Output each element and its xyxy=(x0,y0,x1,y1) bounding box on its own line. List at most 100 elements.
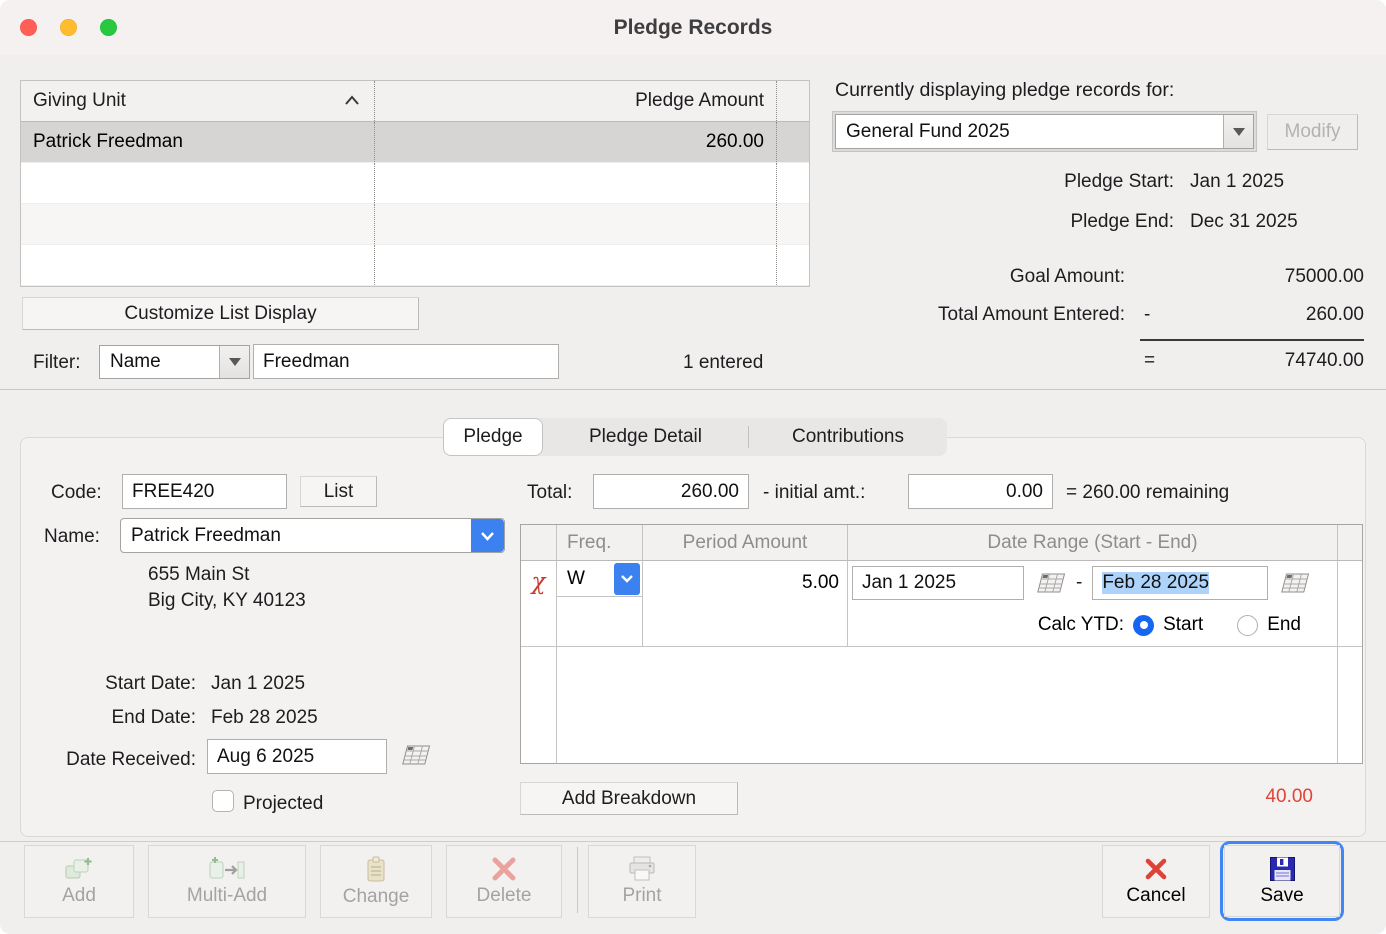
chevron-down-icon[interactable] xyxy=(1223,115,1253,148)
filter-value-input[interactable]: Freedman xyxy=(253,344,559,379)
section-divider xyxy=(0,389,1386,390)
calendar-icon[interactable] xyxy=(399,744,431,766)
address-line1: 655 Main St xyxy=(148,564,249,586)
table-row-empty xyxy=(21,204,809,245)
period-amount-value: 5.00 xyxy=(802,572,839,594)
filter-value-text: Freedman xyxy=(263,351,350,373)
column-header-date-range: Date Range (Start - End) xyxy=(848,525,1338,560)
add-icon xyxy=(65,856,93,882)
customize-list-display-button[interactable]: Customize List Display xyxy=(22,297,419,330)
giving-unit-table-header: Giving Unit Pledge Amount xyxy=(21,81,809,122)
save-icon xyxy=(1269,856,1296,882)
breakdown-table: Freq. Period Amount Date Range (Start - … xyxy=(520,524,1363,764)
delete-button[interactable]: Delete xyxy=(446,845,562,918)
column-header-period-amount: Period Amount xyxy=(643,525,848,560)
tab-bar: Pledge Pledge Detail Contributions xyxy=(443,418,947,456)
total-entered-value: 260.00 xyxy=(1200,304,1364,326)
giving-unit-cell: Patrick Freedman xyxy=(21,122,374,162)
save-button-focus-ring: Save xyxy=(1220,841,1344,921)
chevron-down-icon[interactable] xyxy=(614,563,640,595)
close-window-icon[interactable] xyxy=(20,19,37,36)
date-range-dash: - xyxy=(1076,572,1082,594)
toolbar-divider xyxy=(0,841,1386,842)
equals-sign: = xyxy=(1144,350,1155,372)
multi-add-button-label: Multi-Add xyxy=(187,885,267,907)
chevron-down-icon[interactable] xyxy=(219,346,249,378)
change-button[interactable]: Change xyxy=(320,845,432,918)
date-start-input[interactable]: Jan 1 2025 xyxy=(852,566,1024,600)
modify-button[interactable]: Modify xyxy=(1267,114,1358,150)
tab-pledge[interactable]: Pledge xyxy=(443,418,543,456)
chevron-down-icon[interactable] xyxy=(471,519,504,552)
cancel-icon xyxy=(1143,856,1169,882)
multi-add-icon xyxy=(209,856,245,882)
end-date-value: Feb 28 2025 xyxy=(211,707,318,729)
total-input[interactable]: 260.00 xyxy=(593,474,749,509)
table-row[interactable]: Patrick Freedman 260.00 xyxy=(21,122,809,163)
filter-field-value: Name xyxy=(100,346,219,378)
pledge-start-value: Jan 1 2025 xyxy=(1190,171,1284,193)
print-icon xyxy=(627,856,657,882)
titlebar: Pledge Records xyxy=(0,0,1386,55)
breakdown-empty-area xyxy=(521,647,1362,763)
column-header-pledge-amount-label: Pledge Amount xyxy=(635,90,764,112)
pledge-start-label: Pledge Start: xyxy=(960,171,1174,193)
print-button[interactable]: Print xyxy=(588,845,696,918)
freq-value: W xyxy=(557,568,614,590)
filter-field-dropdown[interactable]: Name xyxy=(99,345,250,379)
tab-contributions[interactable]: Contributions xyxy=(749,418,947,456)
freq-combo[interactable]: W xyxy=(557,561,642,597)
date-end-input[interactable]: Feb 28 2025 xyxy=(1092,566,1268,600)
breakdown-header: Freq. Period Amount Date Range (Start - … xyxy=(521,525,1362,561)
initial-amt-input[interactable]: 0.00 xyxy=(908,474,1053,509)
minus-sign: - xyxy=(1144,304,1150,326)
name-combo[interactable]: Patrick Freedman xyxy=(120,518,505,553)
projected-checkbox[interactable] xyxy=(212,790,234,812)
calc-ytd-end-radio[interactable] xyxy=(1237,615,1258,636)
delete-button-label: Delete xyxy=(477,885,532,907)
multi-add-button[interactable]: Multi-Add xyxy=(148,845,306,918)
date-received-input[interactable]: Aug 6 2025 xyxy=(207,739,387,774)
scrollbar-track[interactable] xyxy=(776,81,809,121)
calendar-icon[interactable] xyxy=(1278,572,1310,594)
table-row-empty xyxy=(21,286,809,287)
code-input[interactable]: FREE420 xyxy=(122,474,287,509)
column-header-giving-unit-label: Giving Unit xyxy=(33,90,126,112)
entered-count: 1 entered xyxy=(683,352,763,374)
date-start-value: Jan 1 2025 xyxy=(862,572,956,594)
column-header-pledge-amount[interactable]: Pledge Amount xyxy=(374,81,776,121)
add-button[interactable]: Add xyxy=(24,845,134,918)
minimize-window-icon[interactable] xyxy=(60,19,77,36)
add-breakdown-button[interactable]: Add Breakdown xyxy=(520,782,738,815)
pledge-end-label: Pledge End: xyxy=(960,211,1174,233)
address-line2: Big City, KY 40123 xyxy=(148,590,306,612)
scrollbar-track[interactable] xyxy=(776,122,809,162)
scrollbar-track[interactable] xyxy=(1338,525,1362,560)
save-button[interactable]: Save xyxy=(1224,845,1340,917)
cancel-button-label: Cancel xyxy=(1126,885,1185,907)
name-label: Name: xyxy=(44,526,100,548)
period-amount-cell[interactable]: 5.00 xyxy=(643,561,847,605)
goal-amount-value: 75000.00 xyxy=(1200,266,1364,288)
column-header-giving-unit[interactable]: Giving Unit xyxy=(21,81,374,121)
calendar-icon[interactable] xyxy=(1034,572,1066,594)
filter-label: Filter: xyxy=(33,352,81,374)
fund-select[interactable]: General Fund 2025 xyxy=(835,114,1254,149)
column-header-freq: Freq. xyxy=(557,525,643,560)
print-button-label: Print xyxy=(622,885,661,907)
start-date-label: Start Date: xyxy=(58,673,196,695)
fund-select-value: General Fund 2025 xyxy=(836,115,1223,148)
add-button-label: Add xyxy=(62,885,96,907)
toolbar-separator xyxy=(577,847,578,913)
date-received-value: Aug 6 2025 xyxy=(217,746,314,768)
date-end-value: Feb 28 2025 xyxy=(1102,572,1209,594)
calc-ytd-start-radio[interactable] xyxy=(1133,615,1154,636)
cancel-button[interactable]: Cancel xyxy=(1102,845,1210,918)
start-date-value: Jan 1 2025 xyxy=(211,673,305,695)
zoom-window-icon[interactable] xyxy=(100,19,117,36)
list-button[interactable]: List xyxy=(300,476,377,507)
tab-pledge-detail[interactable]: Pledge Detail xyxy=(543,418,748,456)
pledge-amount-cell: 260.00 xyxy=(374,122,776,162)
giving-unit-table: Giving Unit Pledge Amount Patrick Freedm… xyxy=(20,80,810,287)
chi-row-marker-icon[interactable]: χ xyxy=(532,569,546,646)
